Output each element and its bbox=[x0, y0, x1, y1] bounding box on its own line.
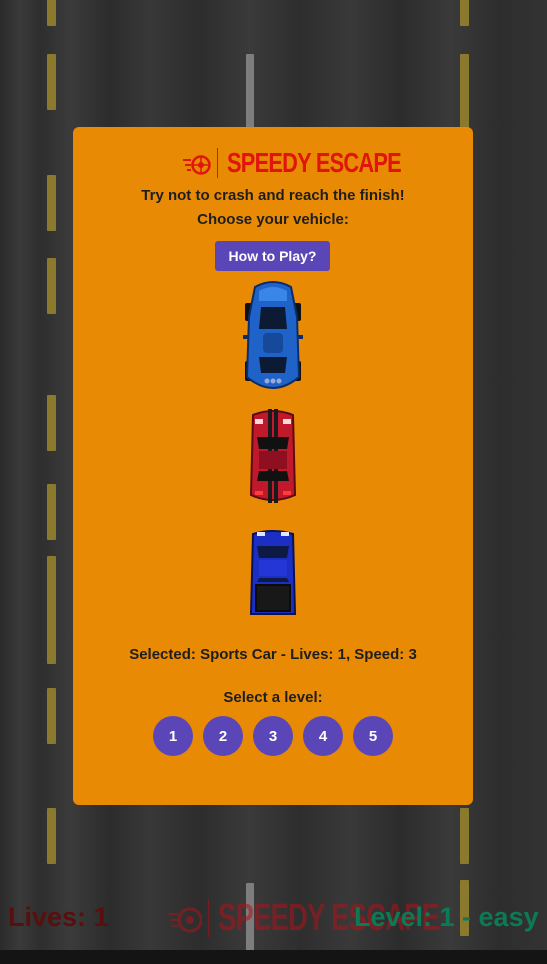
tire-icon bbox=[183, 155, 211, 175]
game-title: SPEEDY ESCAPE bbox=[227, 147, 402, 178]
level-button-2[interactable]: 2 bbox=[203, 716, 243, 756]
select-level-prompt: Select a level: bbox=[223, 689, 323, 706]
how-to-play-button[interactable]: How to Play? bbox=[215, 241, 330, 271]
tagline: Try not to crash and reach the finish! bbox=[141, 187, 405, 204]
vehicle-pickup-truck[interactable] bbox=[249, 528, 297, 618]
level-selector: 1 2 3 4 5 bbox=[153, 716, 393, 756]
start-menu-modal: SPEEDY ESCAPE Try not to crash and reach… bbox=[73, 127, 473, 805]
level-button-5[interactable]: 5 bbox=[353, 716, 393, 756]
selected-vehicle-info: Selected: Sports Car - Lives: 1, Speed: … bbox=[129, 646, 417, 663]
game-logo: SPEEDY ESCAPE bbox=[183, 145, 450, 181]
choose-vehicle-prompt: Choose your vehicle: bbox=[197, 211, 349, 228]
tire-icon bbox=[168, 907, 202, 933]
bottom-strip bbox=[0, 950, 547, 964]
level-button-4[interactable]: 4 bbox=[303, 716, 343, 756]
lane-line-left bbox=[47, 0, 56, 950]
level-button-3[interactable]: 3 bbox=[253, 716, 293, 756]
hud-bar: Lives: 1 SPEEDY ESCAPE Level: 1 - easy bbox=[0, 892, 547, 944]
level-button-1[interactable]: 1 bbox=[153, 716, 193, 756]
vehicle-sports-car[interactable] bbox=[241, 277, 305, 397]
vehicle-muscle-car[interactable] bbox=[247, 407, 299, 505]
level-indicator: Level: 1 - easy bbox=[354, 902, 539, 932]
lives-counter: Lives: 1 bbox=[8, 902, 109, 932]
